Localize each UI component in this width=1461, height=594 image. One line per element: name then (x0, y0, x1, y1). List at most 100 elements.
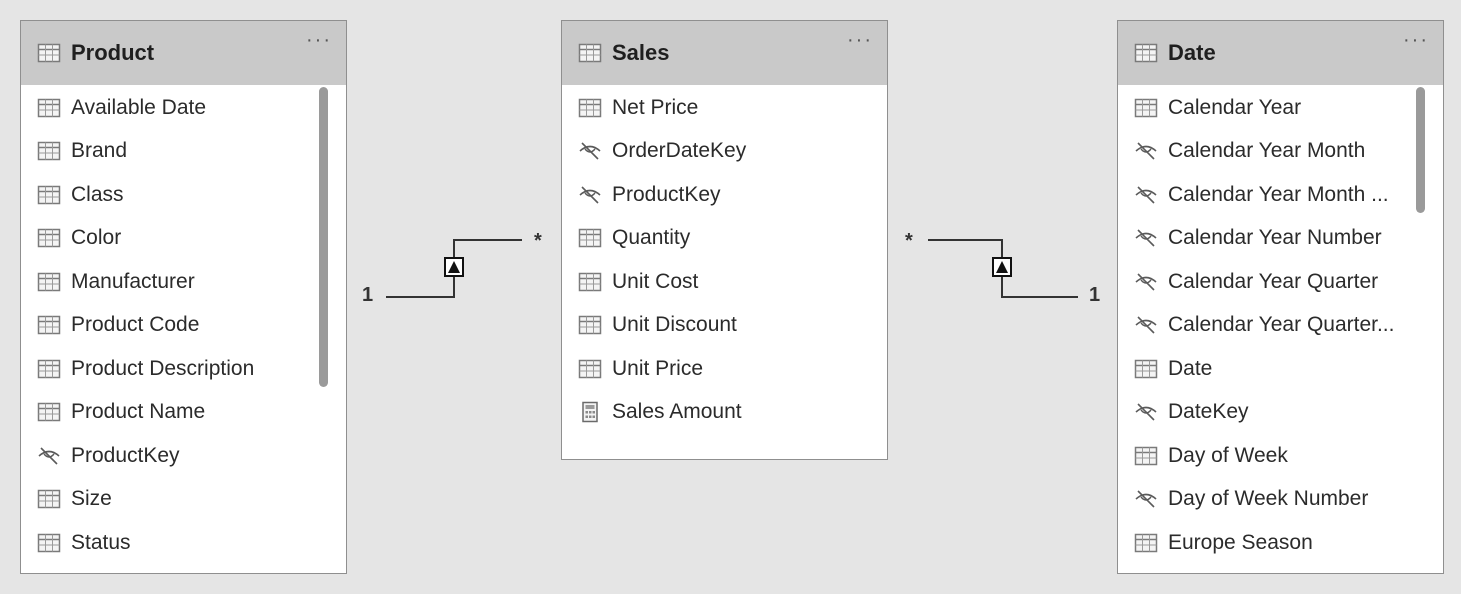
field-row[interactable]: Product Name (21, 391, 346, 435)
table-column-icon (37, 227, 61, 249)
more-options-button[interactable]: ··· (306, 30, 332, 50)
table-column-icon (1134, 445, 1158, 467)
table-header[interactable]: Sales ··· (562, 21, 887, 85)
field-row[interactable]: Brand (21, 130, 346, 174)
table-column-icon (37, 358, 61, 380)
field-list: Calendar Year Calendar Year Month Calendar… (1118, 85, 1443, 565)
table-column-icon (37, 532, 61, 554)
field-label: Product Description (71, 356, 255, 380)
field-row[interactable]: Day of Week Number (1118, 478, 1443, 522)
hidden-column-icon (1134, 227, 1158, 249)
field-row[interactable]: Calendar Year Quarter... (1118, 304, 1443, 348)
field-label: Unit Cost (612, 269, 699, 293)
table-card-date[interactable]: Date ··· Calendar Year Calendar Year Mont… (1117, 20, 1444, 574)
field-label: Calendar Year Number (1168, 226, 1382, 250)
table-icon (37, 42, 61, 64)
field-row[interactable]: Unit Discount (562, 304, 887, 348)
field-row[interactable]: Calendar Year (1118, 86, 1443, 130)
table-column-icon (37, 140, 61, 162)
hidden-column-icon (37, 445, 61, 467)
field-row[interactable]: Manufacturer (21, 260, 346, 304)
scrollbar[interactable] (1416, 87, 1425, 213)
field-label: Day of Week Number (1168, 487, 1369, 511)
table-column-icon (37, 184, 61, 206)
field-label: Date (1168, 356, 1213, 380)
field-row[interactable]: Calendar Year Number (1118, 217, 1443, 261)
field-row[interactable]: Day of Week (1118, 434, 1443, 478)
table-column-icon (37, 401, 61, 423)
field-row[interactable]: Europe Season (1118, 521, 1443, 565)
table-column-icon (37, 97, 61, 119)
field-row[interactable]: Status (21, 521, 346, 565)
field-row[interactable]: Unit Cost (562, 260, 887, 304)
table-card-sales[interactable]: Sales ··· Net Price OrderDateKey ProductKe… (561, 20, 888, 460)
table-column-icon (1134, 358, 1158, 380)
field-label: Unit Discount (612, 313, 737, 337)
table-column-icon (578, 97, 602, 119)
scrollbar[interactable] (319, 87, 328, 387)
field-label: Sales Amount (612, 400, 742, 424)
field-label: Size (71, 487, 112, 511)
field-row[interactable]: OrderDateKey (562, 130, 887, 174)
field-row[interactable]: Calendar Year Month (1118, 130, 1443, 174)
hidden-column-icon (578, 184, 602, 206)
field-row[interactable]: ProductKey (562, 173, 887, 217)
relationship-date-sales[interactable] (928, 239, 1078, 298)
field-label: Class (71, 182, 124, 206)
table-title: Sales (612, 40, 670, 65)
table-column-icon (37, 314, 61, 336)
field-row[interactable]: Unit Price (562, 347, 887, 391)
table-title: Product (71, 40, 155, 65)
field-row[interactable]: Calendar Year Quarter (1118, 260, 1443, 304)
field-row[interactable]: Color (21, 217, 346, 261)
field-row[interactable]: DateKey (1118, 391, 1443, 435)
table-column-icon (1134, 532, 1158, 554)
field-row[interactable]: Net Price (562, 86, 887, 130)
field-label: Product Code (71, 313, 200, 337)
field-row[interactable]: Sales Amount (562, 391, 887, 435)
field-row[interactable]: ProductKey (21, 434, 346, 478)
field-label: Calendar Year Month (1168, 139, 1366, 163)
field-label: Manufacturer (71, 269, 195, 293)
field-label: Calendar Year Quarter (1168, 269, 1379, 293)
field-row[interactable]: Date (1118, 347, 1443, 391)
measure-calculator-icon (578, 401, 602, 423)
model-canvas[interactable]: 1 * * 1 Product ··· Available Date Brand C… (0, 0, 1461, 594)
table-column-icon (578, 358, 602, 380)
table-header[interactable]: Product ··· (21, 21, 346, 85)
hidden-column-icon (1134, 140, 1158, 162)
more-options-button[interactable]: ··· (1403, 30, 1429, 50)
more-options-button[interactable]: ··· (847, 30, 873, 50)
table-column-icon (578, 271, 602, 293)
field-label: Calendar Year (1168, 95, 1302, 119)
field-label: ProductKey (612, 182, 721, 206)
relationship-product-sales[interactable] (386, 239, 522, 298)
hidden-column-icon (1134, 401, 1158, 423)
table-column-icon (578, 227, 602, 249)
field-label: Available Date (71, 95, 207, 119)
field-label: ProductKey (71, 443, 180, 467)
field-row[interactable]: Available Date (21, 86, 346, 130)
field-label: Unit Price (612, 356, 704, 380)
field-row[interactable]: Product Description (21, 347, 346, 391)
hidden-column-icon (1134, 488, 1158, 510)
field-label: Brand (71, 139, 128, 163)
hidden-column-icon (1134, 184, 1158, 206)
field-row[interactable]: Class (21, 173, 346, 217)
field-row[interactable]: Calendar Year Month ... (1118, 173, 1443, 217)
field-row[interactable]: Quantity (562, 217, 887, 261)
field-list: Available Date Brand Class Color Manufacture… (21, 85, 346, 565)
table-card-product[interactable]: Product ··· Available Date Brand Class Colo… (20, 20, 347, 574)
table-column-icon (37, 271, 61, 293)
field-row[interactable]: Size (21, 478, 346, 522)
table-column-icon (578, 314, 602, 336)
table-header[interactable]: Date ··· (1118, 21, 1443, 85)
field-label: Net Price (612, 95, 699, 119)
hidden-column-icon (578, 140, 602, 162)
field-label: Quantity (612, 226, 691, 250)
hidden-column-icon (1134, 271, 1158, 293)
field-row[interactable]: Product Code (21, 304, 346, 348)
field-label: Status (71, 530, 131, 554)
field-label: Color (71, 226, 122, 250)
field-label: OrderDateKey (612, 139, 747, 163)
